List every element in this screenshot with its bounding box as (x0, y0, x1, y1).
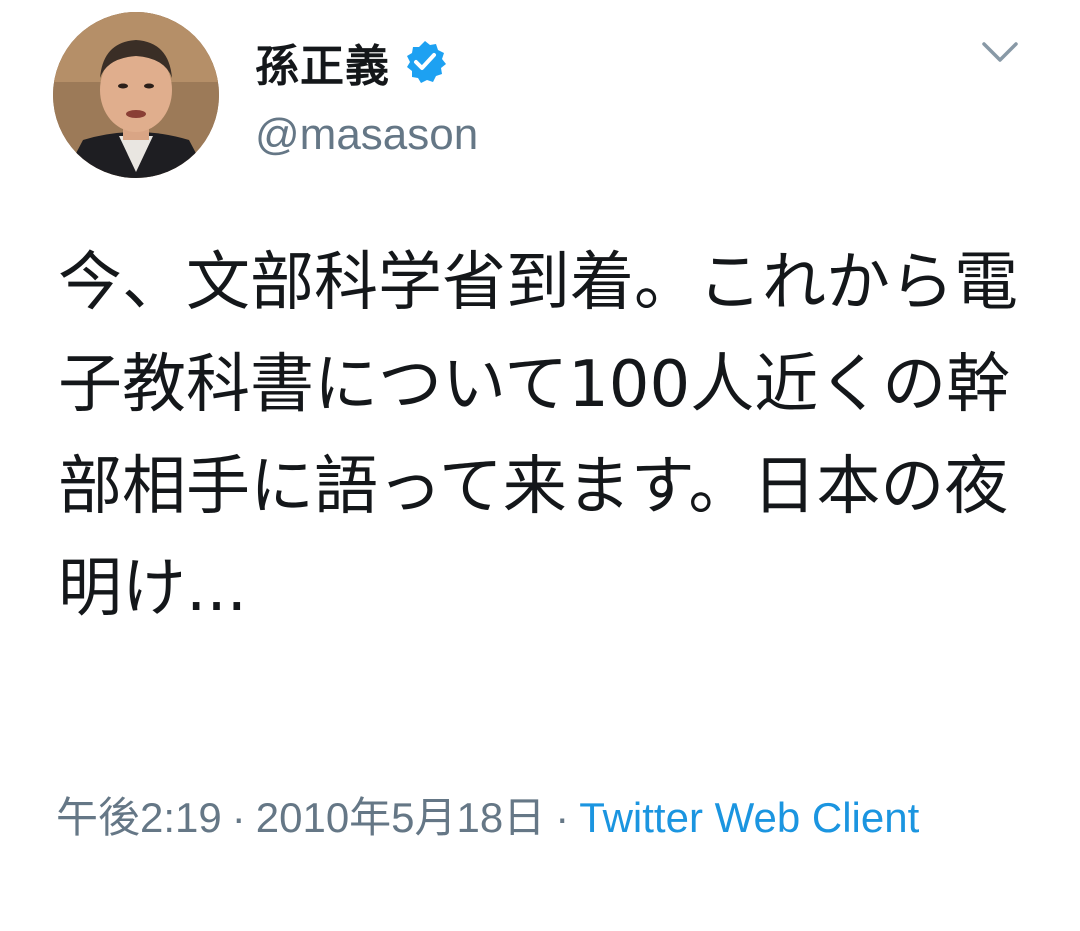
tweet-text: 今、文部科学省到着。これから電子教科書について100人近くの幹部相手に語って来ま… (58, 246, 1018, 626)
avatar[interactable] (53, 12, 219, 178)
profile-photo (53, 12, 219, 178)
display-name[interactable]: 孫正義 (255, 30, 390, 94)
name-row: 孫正義 (255, 30, 478, 94)
tweet-source-link[interactable]: Twitter Web Client (579, 794, 919, 841)
meta-separator: · (231, 794, 246, 841)
tweet-meta: 午後2:19 · 2010年5月18日 · Twitter Web Client (56, 784, 1016, 852)
meta-separator: · (555, 794, 570, 841)
tweet-date[interactable]: 2010年5月18日 (256, 794, 546, 841)
author-block: 孫正義 @masason (255, 30, 478, 160)
verified-badge-icon (402, 39, 448, 85)
tweet-time[interactable]: 午後2:19 (56, 794, 222, 841)
chevron-down-icon[interactable] (978, 36, 1022, 68)
tweet: 孫正義 @masason 今、文部科学省到着。これから電子教科書について100人… (0, 0, 1080, 931)
user-handle[interactable]: @masason (255, 110, 478, 160)
